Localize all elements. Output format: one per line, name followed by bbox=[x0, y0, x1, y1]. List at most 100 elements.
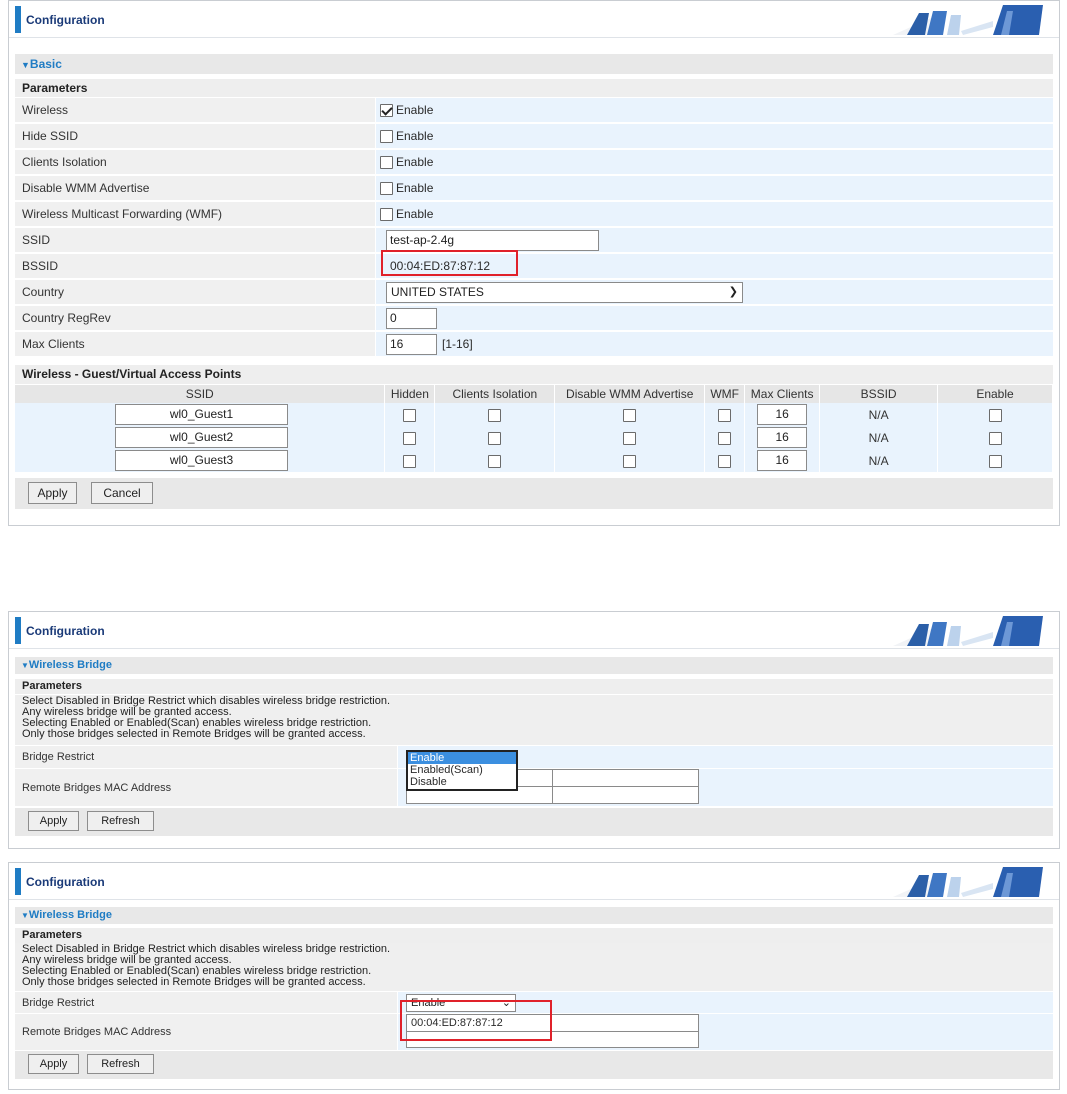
remote-bridges-label: Remote Bridges MAC Address bbox=[15, 1014, 397, 1050]
guest-ap-table: SSID Hidden Clients Isolation Disable WM… bbox=[15, 385, 1053, 472]
max-clients-value: 16 [1-16] bbox=[376, 332, 1053, 356]
guest-hidden-cell bbox=[384, 426, 436, 449]
wireless-bridge-panel-dropdown: Configuration ▼Wireless Bridge Parameter… bbox=[8, 611, 1060, 849]
header-divider bbox=[9, 899, 1059, 900]
max-clients-row: Max Clients 16 [1-16] bbox=[15, 332, 1053, 357]
header-banner-art-icon bbox=[893, 867, 1043, 897]
guest-ssid-input[interactable]: wl0_Guest3 bbox=[115, 450, 288, 471]
guest-wmm-checkbox[interactable] bbox=[623, 431, 637, 445]
guest-isolation-checkbox[interactable] bbox=[488, 408, 502, 422]
guest-hidden-checkbox[interactable] bbox=[403, 408, 417, 422]
apply-button[interactable]: Apply bbox=[28, 1054, 79, 1074]
bssid-highlight-box bbox=[381, 250, 518, 276]
guest-max-clients-input[interactable]: 16 bbox=[757, 404, 808, 425]
guest-enable-checkbox[interactable] bbox=[988, 454, 1002, 468]
wmf-label: Wireless Multicast Forwarding (WMF) bbox=[15, 202, 375, 226]
dropdown-option-enabled-scan[interactable]: Enabled(Scan) bbox=[408, 764, 516, 776]
apply-button[interactable]: Apply bbox=[28, 482, 77, 504]
wmf-value: Enable bbox=[376, 202, 1053, 226]
bridge-button-bar: Apply Refresh bbox=[15, 1051, 1053, 1079]
chevron-down-icon: ❯ bbox=[728, 285, 738, 298]
ssid-value: test-ap-2.4g bbox=[376, 228, 1053, 252]
hide-ssid-checkbox[interactable] bbox=[380, 129, 393, 143]
disable-wmm-row: Disable WMM Advertise Enable bbox=[15, 176, 1053, 201]
guest-enable-cell bbox=[937, 426, 1053, 449]
country-regrev-row: Country RegRev 0 bbox=[15, 306, 1053, 331]
panel-header: Configuration bbox=[9, 1, 1059, 38]
ssid-label: SSID bbox=[15, 228, 375, 252]
basic-fields: Wireless Enable Hide SSID Enable Clients… bbox=[15, 98, 1053, 364]
collapse-triangle-icon: ▼ bbox=[21, 911, 29, 920]
guest-bssid-cell: N/A bbox=[819, 403, 939, 426]
refresh-button[interactable]: Refresh bbox=[87, 811, 154, 831]
guest-ssid-input[interactable]: wl0_Guest2 bbox=[115, 427, 288, 448]
basic-section-toggle[interactable]: ▼Basic bbox=[15, 54, 1053, 74]
refresh-button[interactable]: Refresh bbox=[87, 1054, 154, 1074]
panel-title: Configuration bbox=[26, 875, 105, 889]
wireless-enable-checkbox[interactable] bbox=[380, 103, 393, 117]
guest-isolation-checkbox[interactable] bbox=[488, 431, 502, 445]
guest-wmf-checkbox[interactable] bbox=[718, 454, 732, 468]
guest-enable-checkbox[interactable] bbox=[988, 408, 1002, 422]
country-regrev-value: 0 bbox=[376, 306, 1053, 330]
panel-title: Configuration bbox=[26, 13, 105, 27]
guest-max-clients-input[interactable]: 16 bbox=[757, 450, 808, 471]
guest-max-clients-cell: 16 bbox=[744, 449, 821, 472]
guest-isolation-checkbox[interactable] bbox=[488, 454, 502, 468]
header-divider bbox=[9, 37, 1059, 38]
guest-ssid-input[interactable]: wl0_Guest1 bbox=[115, 404, 288, 425]
max-clients-label: Max Clients bbox=[15, 332, 375, 356]
guest-wmm-checkbox[interactable] bbox=[623, 408, 637, 422]
remote-mac-input-2[interactable] bbox=[552, 769, 699, 787]
guest-hidden-checkbox[interactable] bbox=[403, 431, 417, 445]
ssid-input[interactable]: test-ap-2.4g bbox=[386, 229, 599, 251]
parameters-heading: Parameters bbox=[15, 79, 1053, 97]
collapse-triangle-icon: ▼ bbox=[21, 60, 30, 70]
country-value: UNITED STATES ❯ bbox=[376, 280, 1053, 304]
wmf-row: Wireless Multicast Forwarding (WMF) Enab… bbox=[15, 202, 1053, 227]
clients-isolation-enable-label: Enable bbox=[396, 155, 434, 169]
guest-hidden-checkbox[interactable] bbox=[403, 454, 417, 468]
bridge-button-bar: Apply Refresh bbox=[15, 808, 1053, 836]
wireless-bridge-section-toggle[interactable]: ▼Wireless Bridge bbox=[15, 657, 1053, 674]
dropdown-option-enable[interactable]: Enable bbox=[408, 752, 516, 764]
guest-wmm-checkbox[interactable] bbox=[623, 454, 637, 468]
header-accent-bar bbox=[15, 617, 21, 644]
disable-wmm-value: Enable bbox=[376, 176, 1053, 200]
bridge-description: Select Disabled in Bridge Restrict which… bbox=[15, 695, 1053, 745]
country-regrev-input[interactable]: 0 bbox=[386, 307, 437, 329]
guest-wmf-checkbox[interactable] bbox=[718, 431, 732, 445]
clients-isolation-row: Clients Isolation Enable bbox=[15, 150, 1053, 175]
guest-max-clients-input[interactable]: 16 bbox=[757, 427, 808, 448]
wireless-label: Wireless bbox=[15, 98, 375, 122]
disable-wmm-label: Disable WMM Advertise bbox=[15, 176, 375, 200]
remote-mac-input-4[interactable] bbox=[552, 786, 699, 804]
dropdown-option-disable[interactable]: Disable bbox=[408, 776, 516, 788]
parameters-heading: Parameters bbox=[15, 679, 1053, 694]
cancel-button[interactable]: Cancel bbox=[91, 482, 153, 504]
col-disable-wmm: Disable WMM Advertise bbox=[554, 385, 706, 403]
guest-ssid-cell: wl0_Guest2 bbox=[15, 426, 386, 449]
guest-hidden-cell bbox=[384, 403, 436, 426]
clients-isolation-checkbox[interactable] bbox=[380, 155, 393, 169]
bridge-restrict-label: Bridge Restrict bbox=[15, 746, 397, 768]
guest-max-clients-cell: 16 bbox=[744, 403, 821, 426]
max-clients-input[interactable]: 16 bbox=[386, 333, 437, 355]
hide-ssid-row: Hide SSID Enable bbox=[15, 124, 1053, 149]
clients-isolation-value: Enable bbox=[376, 150, 1053, 174]
parameters-heading: Parameters bbox=[15, 928, 1053, 943]
guest-hidden-cell bbox=[384, 449, 436, 472]
col-max-clients: Max Clients bbox=[744, 385, 821, 403]
country-selected-text: UNITED STATES bbox=[391, 284, 484, 299]
guest-ssid-cell: wl0_Guest1 bbox=[15, 403, 386, 426]
guest-wmf-checkbox[interactable] bbox=[718, 408, 732, 422]
wmf-checkbox[interactable] bbox=[380, 207, 393, 221]
country-select[interactable]: UNITED STATES ❯ bbox=[386, 281, 743, 303]
panel-title: Configuration bbox=[26, 624, 105, 638]
guest-wmf-cell bbox=[704, 426, 746, 449]
guest-enable-checkbox[interactable] bbox=[988, 431, 1002, 445]
bridge-restrict-dropdown-list[interactable]: Enable Enabled(Scan) Disable bbox=[406, 750, 518, 791]
apply-button[interactable]: Apply bbox=[28, 811, 79, 831]
wireless-bridge-section-toggle[interactable]: ▼Wireless Bridge bbox=[15, 907, 1053, 924]
disable-wmm-checkbox[interactable] bbox=[380, 181, 393, 195]
